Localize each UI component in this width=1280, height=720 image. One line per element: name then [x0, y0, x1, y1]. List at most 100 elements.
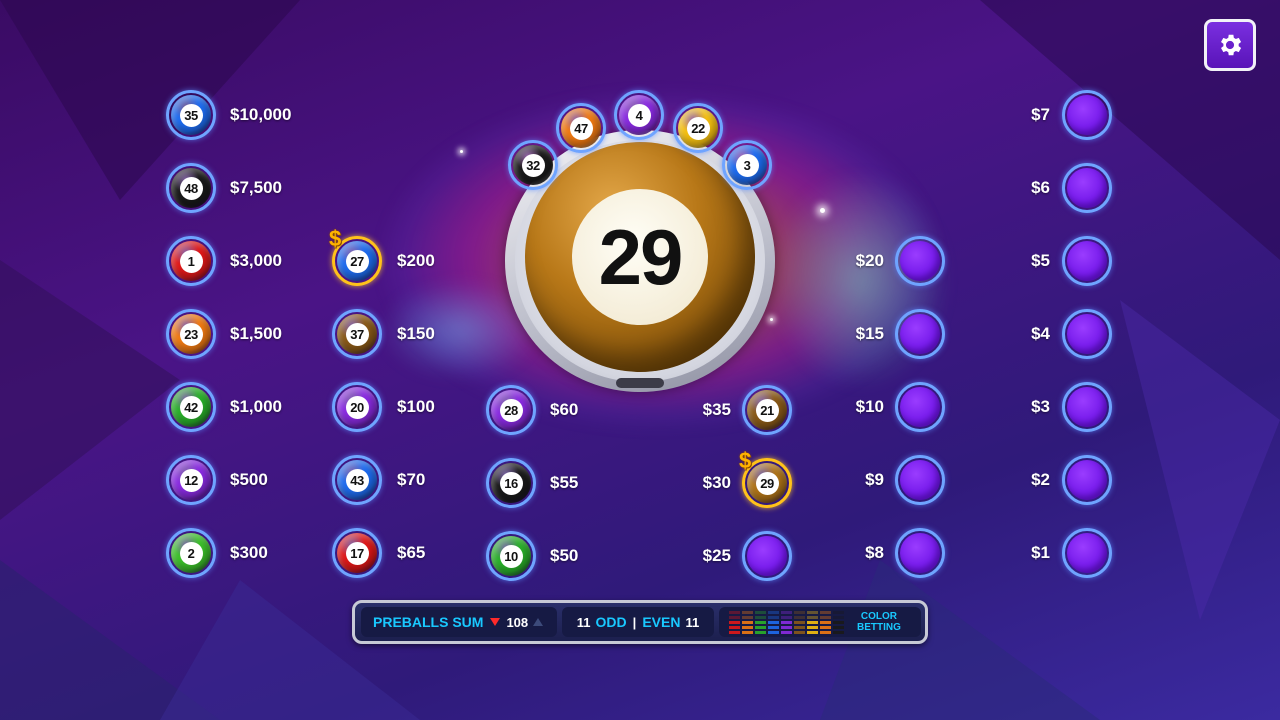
color-bar-segment — [755, 611, 766, 614]
board-ball[interactable]: 37 — [332, 309, 382, 359]
color-bar-segment — [820, 626, 831, 629]
empty-ball-slot[interactable] — [1062, 163, 1112, 213]
drawn-ball-number: 29 — [572, 189, 708, 325]
prize-amount: $70 — [397, 470, 426, 489]
ball-number: 35 — [179, 103, 203, 127]
empty-ball-slot[interactable] — [1062, 455, 1112, 505]
board-ball[interactable]: 20 — [332, 382, 382, 432]
sparkle — [770, 318, 773, 321]
empty-ball-slot[interactable] — [895, 455, 945, 505]
board-ball[interactable]: 42 — [166, 382, 216, 432]
color-bar-segment — [742, 621, 753, 624]
color-bar-segment — [807, 631, 818, 634]
board-ball[interactable]: 2 — [166, 528, 216, 578]
board-ball[interactable]: 1 — [166, 236, 216, 286]
prize-amount: $7,500 — [230, 178, 282, 197]
empty-ball-slot[interactable] — [1062, 90, 1112, 140]
prize-amount: $3 — [1031, 397, 1050, 416]
odd-label: ODD — [595, 614, 627, 630]
odd-even-panel: 11 ODD | EVEN 11 — [562, 607, 714, 637]
color-bar-segment — [781, 611, 792, 614]
color-bar-segment — [833, 616, 844, 619]
board-ball[interactable]: 23 — [166, 309, 216, 359]
color-bar-segment — [781, 631, 792, 634]
color-bar-segment — [781, 616, 792, 619]
board-ball[interactable]: 12 — [166, 455, 216, 505]
color-betting-bars — [729, 611, 844, 634]
gear-icon — [1221, 34, 1242, 56]
ball-number: 10 — [499, 544, 523, 568]
board-ball[interactable]: 48 — [166, 163, 216, 213]
empty-ball-slot[interactable] — [895, 382, 945, 432]
board-ball[interactable]: 28 — [486, 385, 536, 435]
prize-amount: $100 — [397, 397, 435, 416]
preball[interactable]: 3 — [722, 140, 772, 190]
empty-ball-slot[interactable] — [1062, 528, 1112, 578]
preball[interactable]: 4 — [614, 90, 664, 140]
prize-amount: $150 — [397, 324, 435, 343]
ball-number: 2 — [179, 541, 203, 565]
empty-ball-slot[interactable] — [895, 309, 945, 359]
color-bar-segment — [794, 626, 805, 629]
ball-number: 48 — [179, 176, 203, 200]
color-bar-segment — [833, 621, 844, 624]
color-bar-segment — [729, 621, 740, 624]
color-bar-segment — [807, 621, 818, 624]
empty-ball-slot[interactable] — [1062, 309, 1112, 359]
ball-number: 4 — [627, 103, 651, 127]
prize-amount: $1,000 — [230, 397, 282, 416]
board-ball[interactable]: 21 — [742, 385, 792, 435]
even-count: 11 — [685, 614, 700, 630]
ball-number: 20 — [345, 395, 369, 419]
preball[interactable]: 22 — [673, 103, 723, 153]
color-bar-segment — [729, 631, 740, 634]
board-ball[interactable]: 10 — [486, 531, 536, 581]
sparkle — [460, 150, 463, 153]
ball-number: 27 — [345, 249, 369, 273]
color-bar-segment — [742, 611, 753, 614]
prize-amount: $5 — [1031, 251, 1050, 270]
even-label: EVEN — [642, 614, 681, 630]
color-bar-segment — [768, 631, 779, 634]
board-ball[interactable]: 16 — [486, 458, 536, 508]
color-bar-segment — [807, 626, 818, 629]
empty-ball-slot[interactable] — [1062, 236, 1112, 286]
dollar-bonus-icon: $ — [739, 448, 752, 473]
prize-amount: $60 — [550, 400, 579, 419]
settings-button[interactable] — [1204, 19, 1256, 71]
preball[interactable]: 47 — [556, 103, 606, 153]
color-betting-label-2: BETTING — [857, 622, 901, 633]
odd-even-divider: | — [632, 614, 637, 630]
empty-ball-slot[interactable] — [895, 236, 945, 286]
preballs-sum-panel: PREBALLS SUM 108 — [361, 607, 557, 637]
ball-number: 29 — [755, 471, 779, 495]
prize-amount: $30 — [702, 473, 731, 492]
board-ball[interactable] — [742, 531, 792, 581]
color-bar-segment — [742, 626, 753, 629]
prize-amount: $2 — [1031, 470, 1050, 489]
ball-number: 47 — [569, 116, 593, 140]
prize-amount: $65 — [397, 543, 426, 562]
sparkle — [820, 208, 825, 213]
empty-ball-slot[interactable] — [1062, 382, 1112, 432]
prize-amount: $7 — [1031, 105, 1050, 124]
color-bar-segment — [729, 611, 740, 614]
board-ball[interactable]: 35 — [166, 90, 216, 140]
color-betting-label-1: COLOR — [860, 611, 897, 622]
color-bar-segment — [781, 626, 792, 629]
empty-ball-slot[interactable] — [895, 528, 945, 578]
color-bar-segment — [833, 631, 844, 634]
color-bar-segment — [820, 611, 831, 614]
prize-amount: $1,500 — [230, 324, 282, 343]
color-bar-segment — [820, 631, 831, 634]
color-bar-segment — [755, 631, 766, 634]
color-betting-panel[interactable]: COLOR BETTING — [719, 607, 921, 637]
ball-number: 1 — [179, 249, 203, 273]
arrow-down-icon — [490, 618, 501, 626]
preball[interactable]: 32 — [508, 140, 558, 190]
prize-amount: $10 — [855, 397, 884, 416]
color-bar-segment — [729, 616, 740, 619]
board-ball[interactable]: 43 — [332, 455, 382, 505]
stats-bar: PREBALLS SUM 108 11 ODD | EVEN 11 COLOR … — [352, 600, 928, 644]
board-ball[interactable]: 17 — [332, 528, 382, 578]
